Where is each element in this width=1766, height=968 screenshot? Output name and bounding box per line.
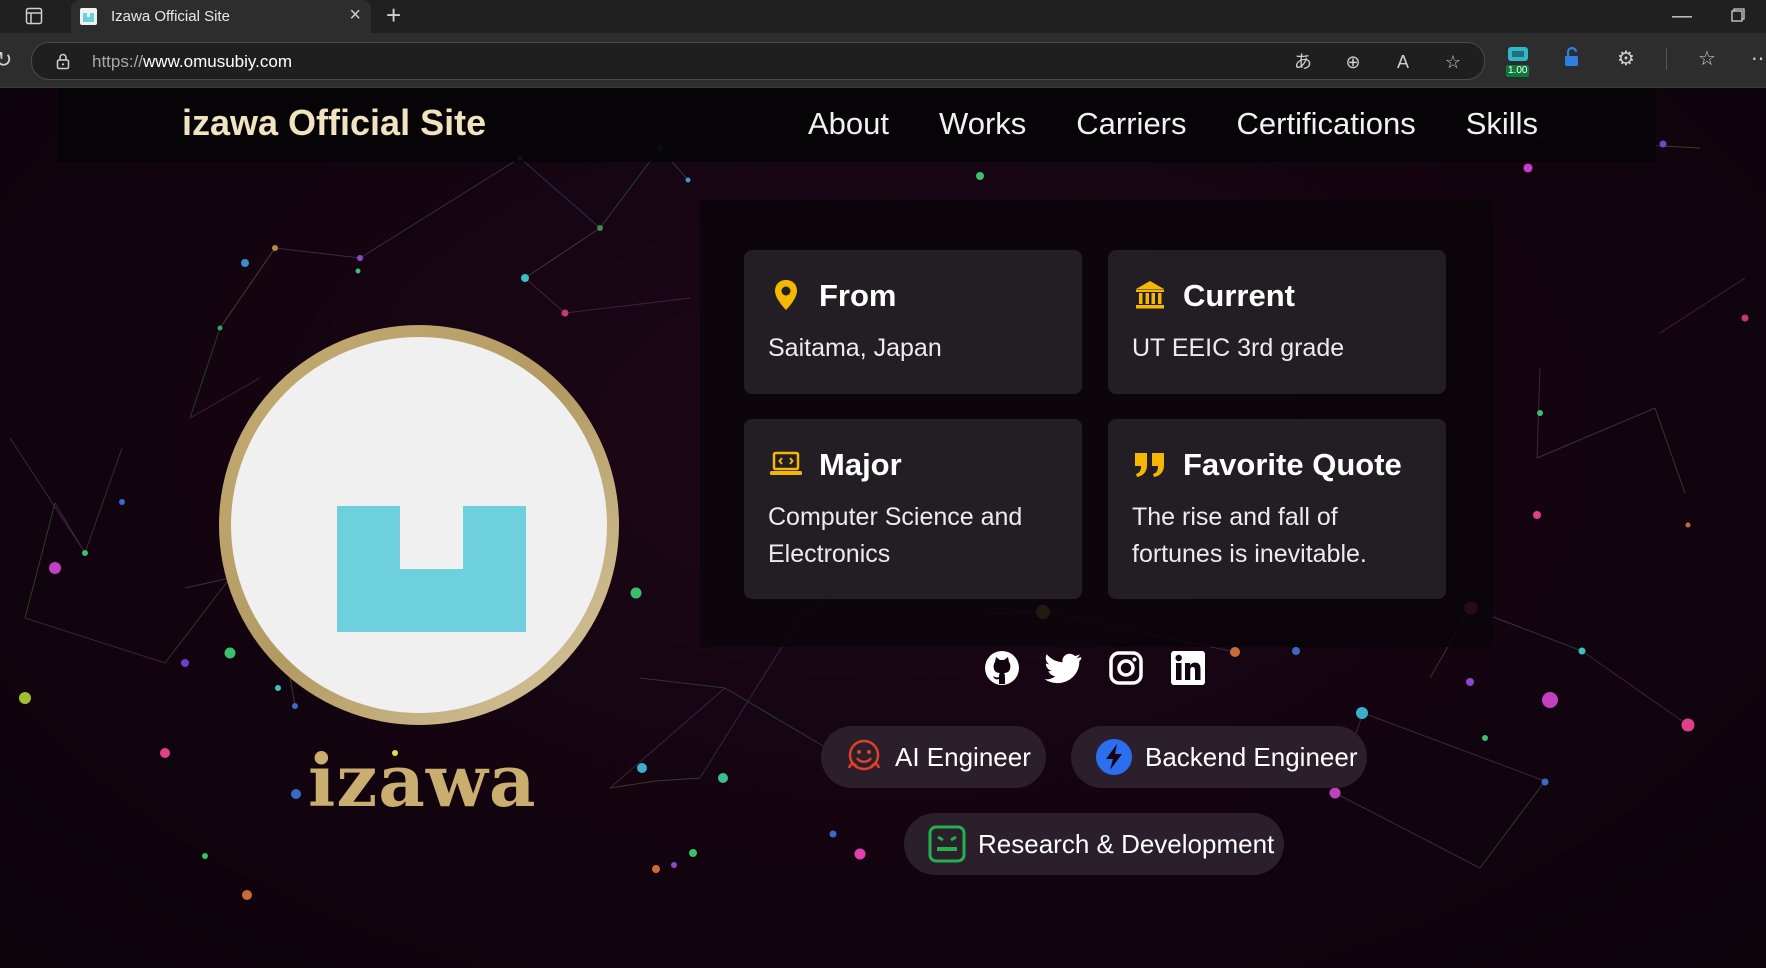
info-panel: From Saitama, Japan Current UT EEIC 3rd … [700, 200, 1493, 647]
nav-links: About Works Carriers Certifications Skil… [808, 106, 1538, 142]
address-bar-row: ↻ https://www.omusubiy.com あ ⊕ A ☆ 1.00 … [0, 33, 1766, 88]
role-label: Backend Engineer [1145, 741, 1358, 772]
info-card-favorite-quote: Favorite Quote The rise and fall of fort… [1108, 419, 1446, 599]
browser-tab[interactable]: Izawa Official Site × [71, 0, 371, 33]
sidebar-icon[interactable] [25, 7, 43, 25]
page-viewport: izawa Official Site About Works Carriers… [0, 88, 1766, 968]
favorite-star-icon[interactable]: ☆ [1442, 51, 1464, 73]
address-bar[interactable]: https://www.omusubiy.com あ ⊕ A ☆ [31, 42, 1485, 80]
browser-tab-bar: Izawa Official Site × + — [0, 0, 1766, 33]
role-label: Research & Development [978, 828, 1275, 859]
plus-icon[interactable]: + [386, 2, 401, 28]
immersive-reader-icon[interactable]: A [1392, 51, 1414, 73]
toolbar-separator [1666, 48, 1667, 70]
quote-icon [1135, 453, 1164, 477]
profile-name: izawa [308, 738, 537, 823]
fastapi-icon [1096, 739, 1132, 775]
site-navbar: izawa Official Site About Works Carriers… [58, 88, 1656, 162]
logo-notch [400, 506, 463, 569]
role-pill-research-development: Research & Development [904, 813, 1284, 875]
nav-link-skills[interactable]: Skills [1466, 106, 1538, 142]
extension-icon[interactable]: ⚙ [1612, 45, 1640, 73]
more-icon[interactable]: ⋯ [1747, 45, 1766, 73]
favorites-icon[interactable]: ☆ [1693, 45, 1721, 73]
nav-link-about[interactable]: About [808, 106, 889, 142]
minimize-icon[interactable]: — [1672, 5, 1692, 28]
tab-title: Izawa Official Site [111, 8, 230, 25]
nav-link-works[interactable]: Works [939, 106, 1026, 142]
extension-lock-icon[interactable] [1558, 45, 1586, 73]
card-title: Current [1183, 278, 1295, 313]
social-links [982, 648, 1208, 688]
map-pin-icon [775, 280, 797, 310]
lock-icon[interactable] [54, 52, 72, 70]
card-text: UT EEIC 3rd grade [1132, 334, 1345, 362]
instagram-icon[interactable] [1106, 648, 1146, 688]
site-brand[interactable]: izawa Official Site [182, 102, 486, 144]
card-text: Saitama, Japan [768, 334, 942, 362]
extension-badge: 1.00 [1506, 65, 1530, 77]
read-aloud-icon[interactable]: あ [1292, 51, 1314, 73]
role-pill-backend-engineer: Backend Engineer [1071, 726, 1367, 788]
site-logo [337, 506, 526, 632]
card-title: Major [819, 447, 902, 482]
card-text: The rise and fall of fortunes is inevita… [1132, 503, 1367, 568]
card-title: From [819, 278, 897, 313]
reload-icon[interactable]: ↻ [0, 47, 12, 73]
avatar [231, 337, 607, 713]
card-title: Favorite Quote [1183, 447, 1402, 482]
linkedin-icon[interactable] [1168, 648, 1208, 688]
extension-monitor-icon[interactable]: 1.00 [1504, 45, 1532, 77]
address-bar-actions: あ ⊕ A ☆ [1292, 51, 1464, 73]
info-card-current: Current UT EEIC 3rd grade [1108, 250, 1446, 394]
url-text[interactable]: https://www.omusubiy.com [92, 52, 292, 72]
extensions-area: 1.00 ⚙ ☆ ⋯ [1504, 45, 1766, 77]
restore-icon[interactable] [1731, 8, 1745, 22]
nav-link-certifications[interactable]: Certifications [1237, 106, 1416, 142]
close-icon[interactable]: × [349, 5, 361, 25]
role-label: AI Engineer [895, 741, 1031, 772]
zoom-icon[interactable]: ⊕ [1342, 51, 1364, 73]
info-card-major: Major Computer Science and Electronics [744, 419, 1082, 599]
nav-link-carriers[interactable]: Carriers [1076, 106, 1186, 142]
robot-icon [928, 825, 966, 863]
institution-icon [1136, 281, 1164, 309]
github-icon[interactable] [982, 648, 1022, 688]
laptop-code-icon [770, 451, 802, 475]
site-favicon [80, 8, 97, 25]
huggingface-icon [847, 739, 881, 771]
avatar-ring [219, 325, 619, 725]
card-text: Computer Science and Electronics [768, 503, 1023, 568]
twitter-icon[interactable] [1044, 648, 1084, 688]
info-card-from: From Saitama, Japan [744, 250, 1082, 394]
role-pill-ai-engineer: AI Engineer [821, 726, 1046, 788]
